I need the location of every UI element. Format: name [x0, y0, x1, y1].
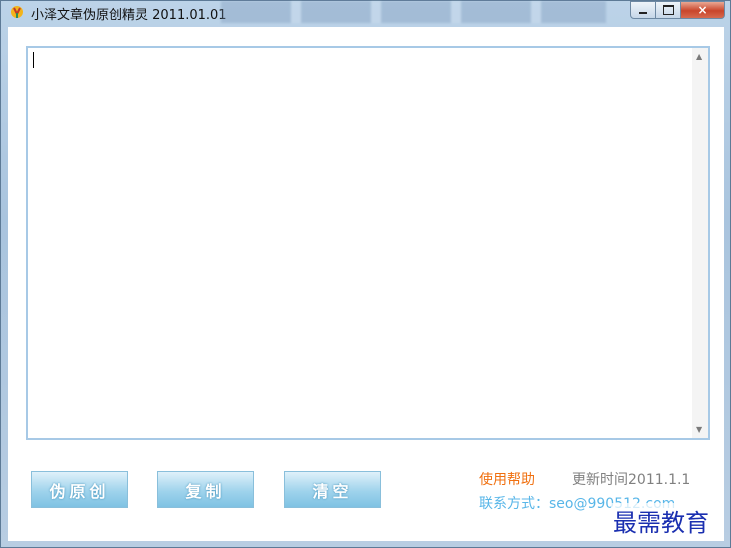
minimize-icon — [639, 12, 647, 14]
maximize-icon — [662, 5, 674, 15]
client-area: ▲ ▼ 伪原创 复制 清空 使用帮助 更新时间2011.1.1 联系方式：seo… — [8, 27, 724, 541]
clear-button[interactable]: 清空 — [284, 471, 381, 508]
app-window: 小泽文章伪原创精灵 2011.01.01 × ▲ ▼ 伪原创 复制 清空 使用帮… — [0, 0, 731, 548]
scroll-up-icon[interactable]: ▲ — [696, 52, 702, 61]
text-caret — [33, 52, 34, 68]
vertical-scrollbar[interactable]: ▲ ▼ — [692, 48, 708, 438]
window-controls: × — [630, 1, 725, 20]
blurred-taskbar-overlay — [221, 1, 606, 23]
rewrite-button[interactable]: 伪原创 — [31, 471, 128, 508]
title-bar[interactable]: 小泽文章伪原创精灵 2011.01.01 × — [1, 1, 730, 23]
watermark-logo: 最需教育 — [611, 503, 711, 538]
copy-button[interactable]: 复制 — [157, 471, 254, 508]
close-button[interactable]: × — [681, 1, 725, 19]
maximize-button[interactable] — [656, 1, 681, 19]
article-textarea[interactable]: ▲ ▼ — [26, 46, 710, 440]
minimize-button[interactable] — [630, 1, 656, 19]
update-time: 更新时间2011.1.1 — [572, 472, 691, 488]
scroll-down-icon[interactable]: ▼ — [696, 425, 702, 434]
close-icon: × — [697, 3, 708, 17]
help-link[interactable]: 使用帮助 — [479, 469, 535, 489]
window-title: 小泽文章伪原创精灵 2011.01.01 — [31, 8, 227, 23]
app-icon — [11, 6, 23, 18]
